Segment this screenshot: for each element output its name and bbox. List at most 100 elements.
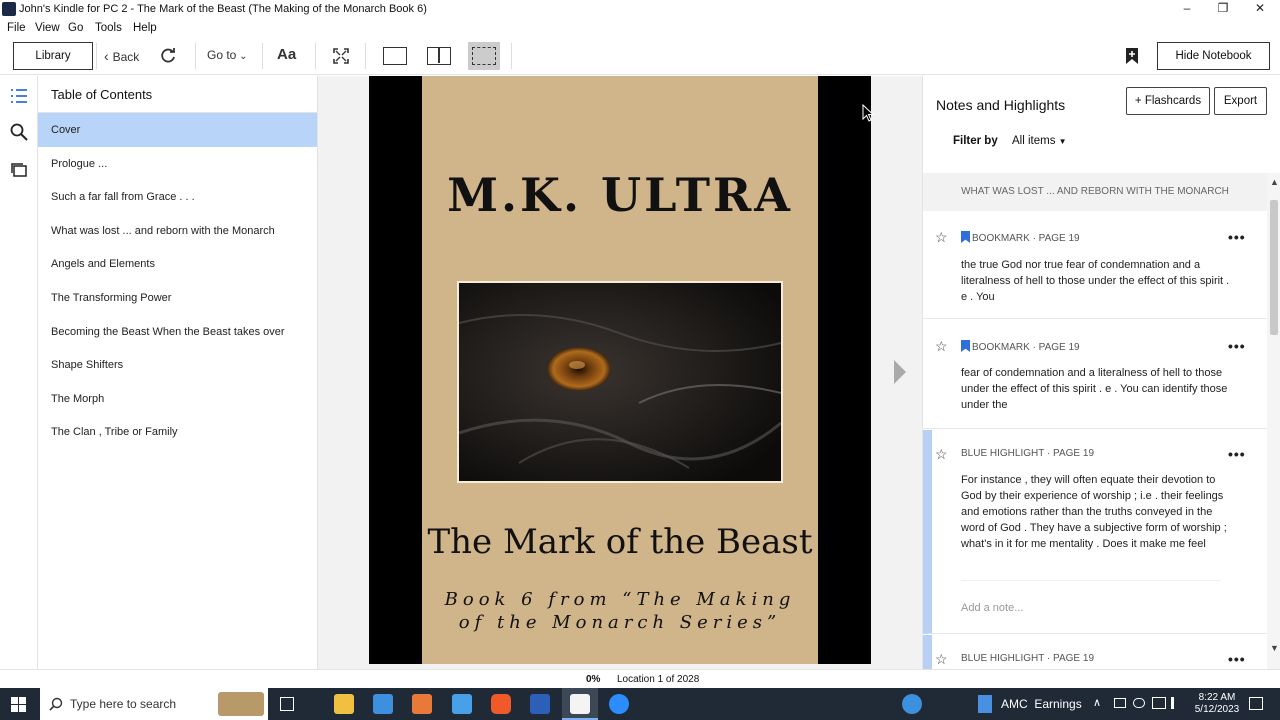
menu-go[interactable]: Go xyxy=(68,22,83,34)
flashcards-button[interactable]: + Flashcards xyxy=(1126,87,1210,115)
toc-item[interactable]: The Clan , Tribe or Family xyxy=(38,415,317,449)
toolbar-divider xyxy=(262,43,263,69)
widget-news[interactable]: AMC Earnings xyxy=(1001,697,1082,711)
task-view-icon[interactable] xyxy=(280,697,294,711)
search-placeholder: Type here to search xyxy=(70,697,177,711)
mouse-cursor-icon xyxy=(862,104,874,122)
reading-progress: 0% xyxy=(586,674,601,685)
windows-start-icon[interactable] xyxy=(11,697,26,712)
highlight-card[interactable]: ☆ BLUE HIGHLIGHT · PAGE 19 ••• xyxy=(923,635,1267,669)
hide-notebook-button[interactable]: Hide Notebook xyxy=(1157,42,1270,70)
notebook-title: Notes and Highlights xyxy=(936,97,1066,113)
card-text: the true God nor true fear of condemnati… xyxy=(961,259,1230,303)
scroll-down-icon[interactable]: ▼ xyxy=(1270,643,1279,653)
toc-item[interactable]: What was lost ... and reborn with the Mo… xyxy=(38,214,317,248)
scroll-up-icon[interactable]: ▲ xyxy=(1270,177,1279,187)
toc-item[interactable]: Shape Shifters xyxy=(38,348,317,382)
caret-down-icon: ▼ xyxy=(1058,137,1067,146)
two-page-view-icon[interactable] xyxy=(427,47,451,65)
reader-pane: M.K. ULTRA The Mark of the Beast Book 6 … xyxy=(318,76,922,669)
toc-icon[interactable] xyxy=(9,86,29,106)
menu-tools[interactable]: Tools xyxy=(95,22,122,34)
next-page-arrow-icon[interactable] xyxy=(894,360,906,384)
zoom-icon[interactable] xyxy=(609,694,629,714)
media-player-icon[interactable] xyxy=(412,694,432,714)
store-icon[interactable] xyxy=(373,694,393,714)
volume-icon[interactable] xyxy=(1171,697,1183,709)
more-options-icon[interactable]: ••• xyxy=(1228,446,1246,462)
restore-button[interactable]: ❐ xyxy=(1205,0,1241,19)
toc-item[interactable]: The Morph xyxy=(38,382,317,416)
toc-item[interactable]: Becoming the Beast When the Beast takes … xyxy=(38,315,317,349)
more-options-icon[interactable]: ••• xyxy=(1228,651,1246,667)
widget-icon xyxy=(978,695,992,713)
scrollbar-thumb[interactable] xyxy=(1270,200,1278,335)
toc-item[interactable]: Such a far fall from Grace . . . xyxy=(38,180,317,214)
table-of-contents: Table of Contents Cover Prologue ... Suc… xyxy=(38,76,318,669)
star-icon[interactable]: ☆ xyxy=(935,338,948,355)
clock-date: 5/12/2023 xyxy=(1194,704,1240,715)
toc-item[interactable]: The Transforming Power xyxy=(38,281,317,315)
card-type: BOOKMARK · PAGE 19 xyxy=(961,231,1080,244)
menu-file[interactable]: File xyxy=(7,22,26,34)
highlight-card[interactable]: ☆ BLUE HIGHLIGHT · PAGE 19 ••• For insta… xyxy=(923,430,1267,634)
export-button[interactable]: Export xyxy=(1214,87,1267,115)
single-page-view-icon[interactable] xyxy=(383,47,407,65)
filter-dropdown[interactable]: All items ▼ xyxy=(1012,135,1067,147)
windows-taskbar: Type here to search AMC Earnings ∧ 8:22 … xyxy=(0,688,1280,720)
clock-time: 8:22 AM xyxy=(1198,692,1236,703)
add-bookmark-icon[interactable] xyxy=(1125,47,1139,65)
more-options-icon[interactable]: ••• xyxy=(1228,229,1246,245)
bookmark-card[interactable]: ☆ BOOKMARK · PAGE 19 ••• the true God no… xyxy=(923,211,1267,319)
menu-view[interactable]: View xyxy=(35,22,60,34)
goto-dropdown[interactable]: Go to ⌄ xyxy=(207,48,248,62)
search-icon xyxy=(49,697,63,711)
toc-heading: Table of Contents xyxy=(38,76,317,113)
menu-help[interactable]: Help xyxy=(133,22,157,34)
sync-icon[interactable] xyxy=(160,48,176,64)
add-note-input[interactable]: Add a note... xyxy=(961,602,1023,614)
toc-item[interactable]: Prologue ... xyxy=(38,147,317,181)
grid-view-button[interactable] xyxy=(468,42,500,70)
goto-label: Go to xyxy=(207,48,237,62)
notification-icon[interactable] xyxy=(1249,697,1263,710)
taskbar-search-box[interactable]: Type here to search xyxy=(40,688,268,720)
cover-title: M.K. ULTRA xyxy=(447,168,793,222)
help-icon[interactable] xyxy=(902,694,922,714)
bookmark-card[interactable]: ☆ BOOKMARK · PAGE 19 ••• fear of condemn… xyxy=(923,320,1267,429)
brave-browser-icon[interactable] xyxy=(491,694,511,714)
close-button[interactable]: ✕ xyxy=(1242,0,1278,19)
kindle-taskbar-button[interactable] xyxy=(562,688,598,720)
back-label: Back xyxy=(112,50,140,64)
chevron-left-icon: ‹ xyxy=(104,48,113,64)
toolbar-divider xyxy=(315,43,316,69)
word-icon[interactable] xyxy=(530,694,550,714)
toc-item-cover[interactable]: Cover xyxy=(38,113,317,147)
back-button[interactable]: ‹ Back xyxy=(104,48,139,64)
star-icon[interactable]: ☆ xyxy=(935,651,948,668)
star-icon[interactable]: ☆ xyxy=(935,446,948,463)
toolbar-divider xyxy=(96,43,97,69)
toolbar-divider xyxy=(195,43,196,69)
minimize-button[interactable]: – xyxy=(1169,0,1205,19)
app-icon[interactable] xyxy=(452,694,472,714)
flashcards-icon[interactable] xyxy=(9,160,29,180)
toc-item[interactable]: Angels and Elements xyxy=(38,247,317,281)
bookmark-icon xyxy=(961,340,970,352)
cloud-icon[interactable] xyxy=(1133,698,1145,708)
system-clock[interactable]: 8:22 AM 5/12/2023 xyxy=(1192,692,1242,716)
font-settings-button[interactable]: Aa xyxy=(277,46,296,63)
cover-subtitle: The Mark of the Beast xyxy=(427,522,813,562)
star-icon[interactable]: ☆ xyxy=(935,229,948,246)
card-text: fear of condemnation and a literalness o… xyxy=(961,367,1228,411)
tray-icon[interactable] xyxy=(1114,698,1126,708)
more-options-icon[interactable]: ••• xyxy=(1228,338,1246,354)
note-divider xyxy=(961,580,1221,581)
search-icon[interactable] xyxy=(9,122,29,142)
library-button[interactable]: Library xyxy=(13,42,93,70)
chevron-up-icon[interactable]: ∧ xyxy=(1093,696,1101,709)
file-explorer-icon[interactable] xyxy=(334,694,354,714)
fullscreen-icon[interactable] xyxy=(333,48,349,64)
network-icon[interactable] xyxy=(1152,697,1166,709)
notebook-scrollbar[interactable]: ▲ ▼ xyxy=(1267,173,1280,669)
